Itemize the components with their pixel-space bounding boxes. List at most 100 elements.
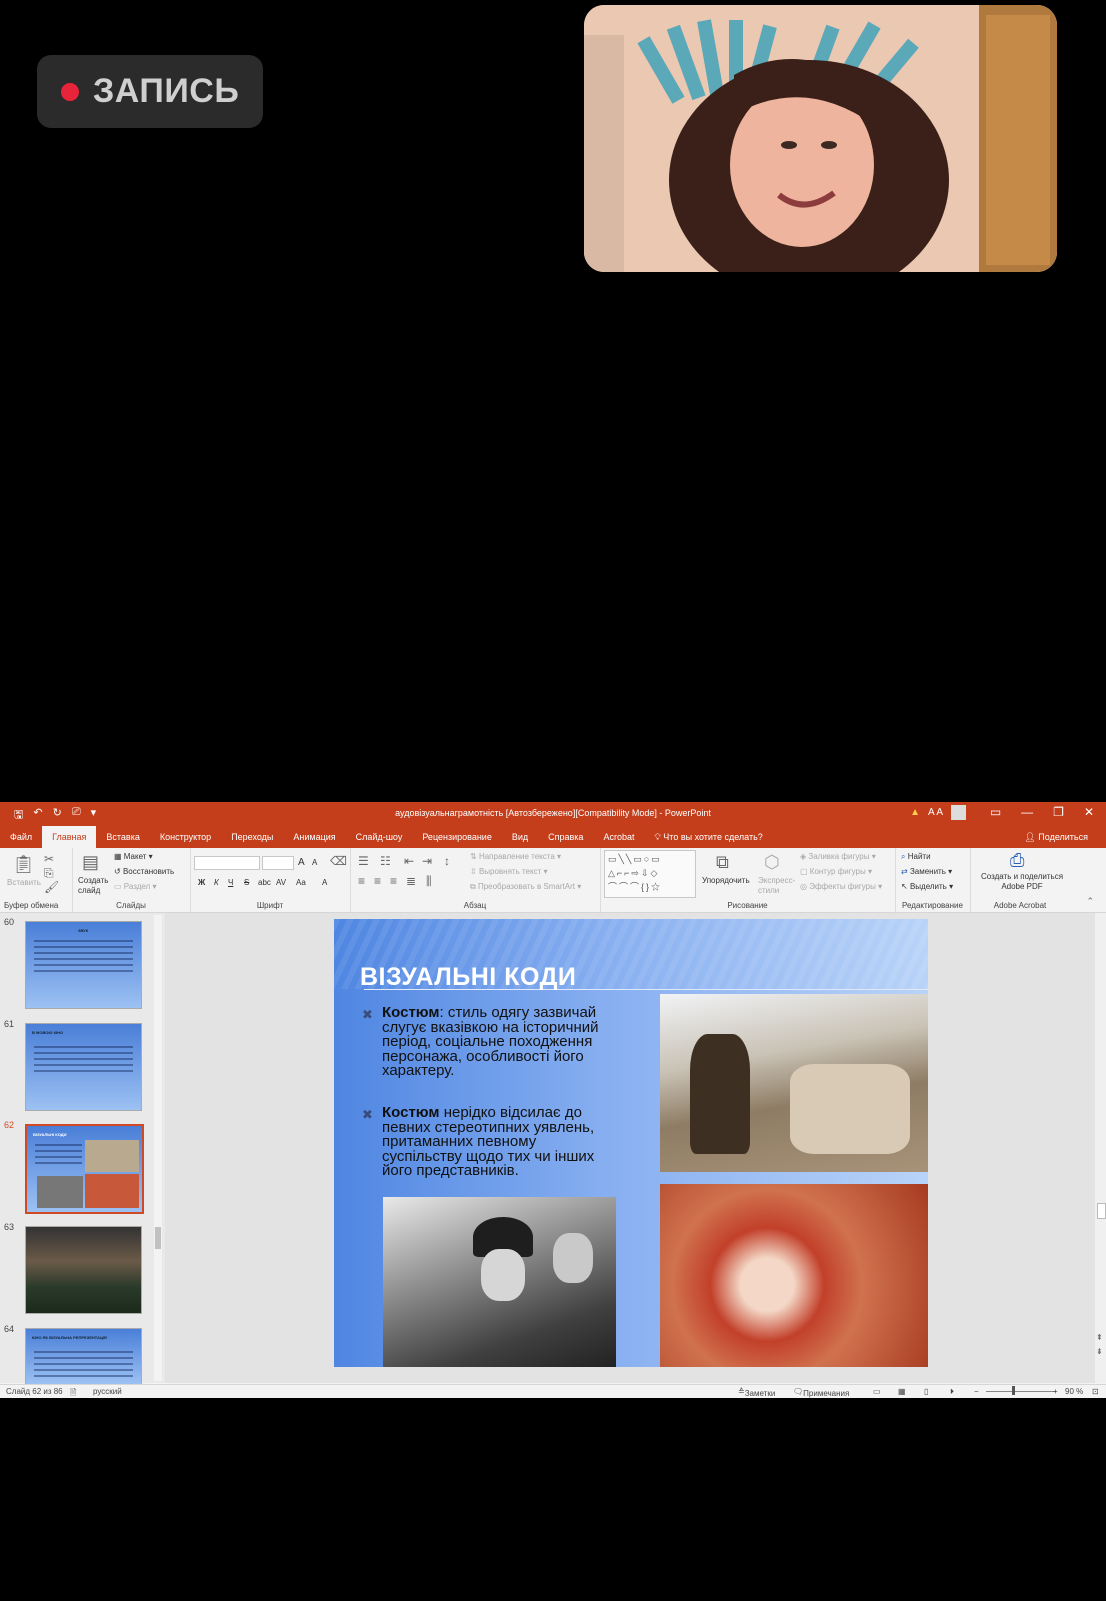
align-left-icon[interactable]: ≡ [358, 874, 365, 888]
grow-font-button[interactable]: A [298, 857, 305, 868]
avatar[interactable] [951, 805, 966, 820]
fit-slide-icon[interactable]: ⊡ [1092, 1387, 1099, 1396]
create-pdf-button[interactable]: Создать и поделиться Adobe PDF [978, 872, 1066, 892]
change-case-button[interactable]: Aa [296, 878, 306, 887]
tell-me-search[interactable]: 💡︎ Что вы хотите сделать? [644, 826, 772, 848]
font-name-input[interactable] [194, 856, 260, 870]
scrollbar-thumb[interactable] [1097, 1203, 1106, 1219]
justify-icon[interactable]: ≣ [406, 874, 416, 888]
copy-icon[interactable]: ⎘ [44, 866, 54, 881]
underline-button[interactable]: Ч [228, 878, 233, 887]
shapes-gallery[interactable]: ▭╲╲▭○▭ △⌐⌐⇨⇩◇ ⌒⌒⌒{}☆ [604, 850, 696, 898]
tab-file[interactable]: Файл [0, 826, 42, 848]
decrease-indent-icon[interactable]: ⇤ [404, 854, 414, 868]
new-slide-button[interactable]: Создать слайд [78, 876, 114, 896]
spellcheck-icon[interactable]: 🗎︎ [70, 1387, 76, 1401]
italic-button[interactable]: К [214, 878, 219, 887]
tab-slideshow[interactable]: Слайд-шоу [346, 826, 413, 848]
active-slide[interactable]: ВІЗУАЛЬНІ КОДИ ✖ Костюм: стиль одягу заз… [334, 919, 928, 1367]
prev-slide-icon[interactable]: ⇞ [1096, 1333, 1103, 1342]
tab-home[interactable]: Главная [42, 826, 97, 848]
section-button[interactable]: ▭ Раздел ▾ [114, 882, 156, 891]
align-text-button[interactable]: ⇳ Выровнять текст ▾ [470, 867, 548, 876]
paste-icon[interactable]: 📋︎ [12, 854, 35, 875]
align-right-icon[interactable]: ≡ [390, 874, 397, 888]
reading-view-icon[interactable]: ▯ [924, 1387, 928, 1396]
notes-button[interactable]: ≙ Заметки [738, 1387, 775, 1398]
share-button[interactable]: 👤︎ Поделиться [1024, 832, 1088, 843]
window-controls: ▭ — ❐ ✕ [990, 805, 1094, 819]
normal-view-icon[interactable]: ▭ [873, 1387, 881, 1396]
slide-sorter-icon[interactable]: ▦ [898, 1387, 906, 1396]
next-slide-icon[interactable]: ⇟ [1096, 1347, 1103, 1356]
thumbnail-scrollbar[interactable] [154, 915, 162, 1381]
tab-acrobat[interactable]: Acrobat [593, 826, 644, 848]
new-slide-icon[interactable]: ▤ [82, 852, 99, 873]
shrink-font-button[interactable]: A [312, 858, 317, 867]
participant-video[interactable] [584, 5, 1057, 272]
replace-button[interactable]: ⇄ Заменить ▾ [901, 867, 952, 876]
zoom-slider[interactable] [986, 1391, 1056, 1392]
bold-button[interactable]: Ж [198, 878, 205, 887]
numbering-icon[interactable]: ☷ [380, 854, 391, 868]
font-size-label: A A [927, 807, 943, 818]
collapse-ribbon-icon[interactable]: ⌃ [1086, 896, 1094, 907]
tab-animations[interactable]: Анимация [283, 826, 345, 848]
align-center-icon[interactable]: ≡ [374, 874, 381, 888]
arrange-icon[interactable]: ⧉ [716, 852, 729, 873]
layout-button[interactable]: ▦ Макет ▾ [114, 852, 153, 861]
shape-fill-button[interactable]: ◈ Заливка фигуры ▾ [800, 852, 876, 861]
tab-design[interactable]: Конструктор [150, 826, 221, 848]
smartart-button[interactable]: ⧉ Преобразовать в SmartArt ▾ [470, 882, 581, 892]
slide-thumbnail-63[interactable] [25, 1226, 142, 1314]
canvas-scrollbar[interactable]: ⇞ ⇟ [1095, 913, 1106, 1383]
arrange-button[interactable]: Упорядочить [702, 876, 750, 885]
ribbon-display-icon[interactable]: ▭ [990, 805, 1001, 819]
shape-effects-button[interactable]: ◎ Эффекты фигуры ▾ [800, 882, 882, 891]
bullets-icon[interactable]: ☰ [358, 854, 369, 868]
bullet-icon: ✖ [362, 1107, 373, 1122]
slide-thumbnail-61[interactable]: В МОВОЮ КІНО [25, 1023, 142, 1111]
font-color-button[interactable]: A [322, 878, 327, 887]
text-direction-button[interactable]: ⇅ Направление текста ▾ [470, 852, 561, 861]
columns-icon[interactable]: ⫼ [426, 874, 432, 889]
increase-indent-icon[interactable]: ⇥ [422, 854, 432, 868]
clear-format-icon[interactable]: ⌫ [330, 854, 347, 868]
slideshow-icon[interactable]: ⏵ [950, 1387, 954, 1397]
format-painter-icon[interactable]: 🖌︎ [44, 880, 59, 894]
tab-transitions[interactable]: Переходы [221, 826, 283, 848]
tab-view[interactable]: Вид [502, 826, 538, 848]
zoom-in-icon[interactable]: + [1053, 1387, 1058, 1396]
line-spacing-icon[interactable]: ↕ [444, 854, 450, 868]
quick-styles-icon[interactable]: ⬡ [764, 852, 780, 873]
strikethrough-button[interactable]: S [244, 878, 249, 887]
language-indicator[interactable]: русский [93, 1387, 122, 1396]
tab-help[interactable]: Справка [538, 826, 593, 848]
warning-icon[interactable]: ▲ [910, 807, 920, 818]
slide-thumbnail-62[interactable]: ВІЗУАЛЬНІ КОДИ [25, 1124, 144, 1214]
zoom-level[interactable]: 90 % [1065, 1387, 1083, 1396]
close-icon[interactable]: ✕ [1084, 805, 1094, 819]
scrollbar-thumb[interactable] [155, 1227, 161, 1249]
char-spacing-button[interactable]: AV [276, 878, 286, 887]
font-size-input[interactable] [262, 856, 294, 870]
pdf-icon[interactable]: ⎙ [1010, 850, 1024, 871]
slide-thumbnail-64[interactable]: КІНО ЯК ВІЗУАЛЬНА РЕПРЕЗЕНТАЦІЯ [25, 1328, 142, 1385]
tab-review[interactable]: Рецензирование [412, 826, 502, 848]
thumb-title: ВІЗУАЛЬНІ КОДИ [33, 1132, 67, 1137]
restore-icon[interactable]: ❐ [1053, 805, 1064, 819]
cut-icon[interactable]: ✂ [44, 852, 54, 866]
find-button[interactable]: ⌕ Найти [901, 852, 931, 862]
minimize-icon[interactable]: — [1021, 805, 1033, 819]
reset-button[interactable]: ↺ Восстановить [114, 867, 174, 876]
paste-button[interactable]: Вставить [7, 878, 41, 887]
select-button[interactable]: ↖ Выделить ▾ [901, 882, 953, 891]
quick-styles-button[interactable]: Экспресс-стили [758, 876, 798, 896]
tab-insert[interactable]: Вставка [96, 826, 149, 848]
zoom-out-icon[interactable]: − [974, 1387, 979, 1396]
zoom-slider-thumb[interactable] [1012, 1386, 1015, 1395]
slide-thumbnail-60[interactable]: ЗВУК [25, 921, 142, 1009]
shape-outline-button[interactable]: ▢ Контур фигуры ▾ [800, 867, 872, 876]
shadow-button[interactable]: abc [258, 878, 271, 887]
comments-button[interactable]: 🗨︎ Примечания [793, 1387, 849, 1398]
